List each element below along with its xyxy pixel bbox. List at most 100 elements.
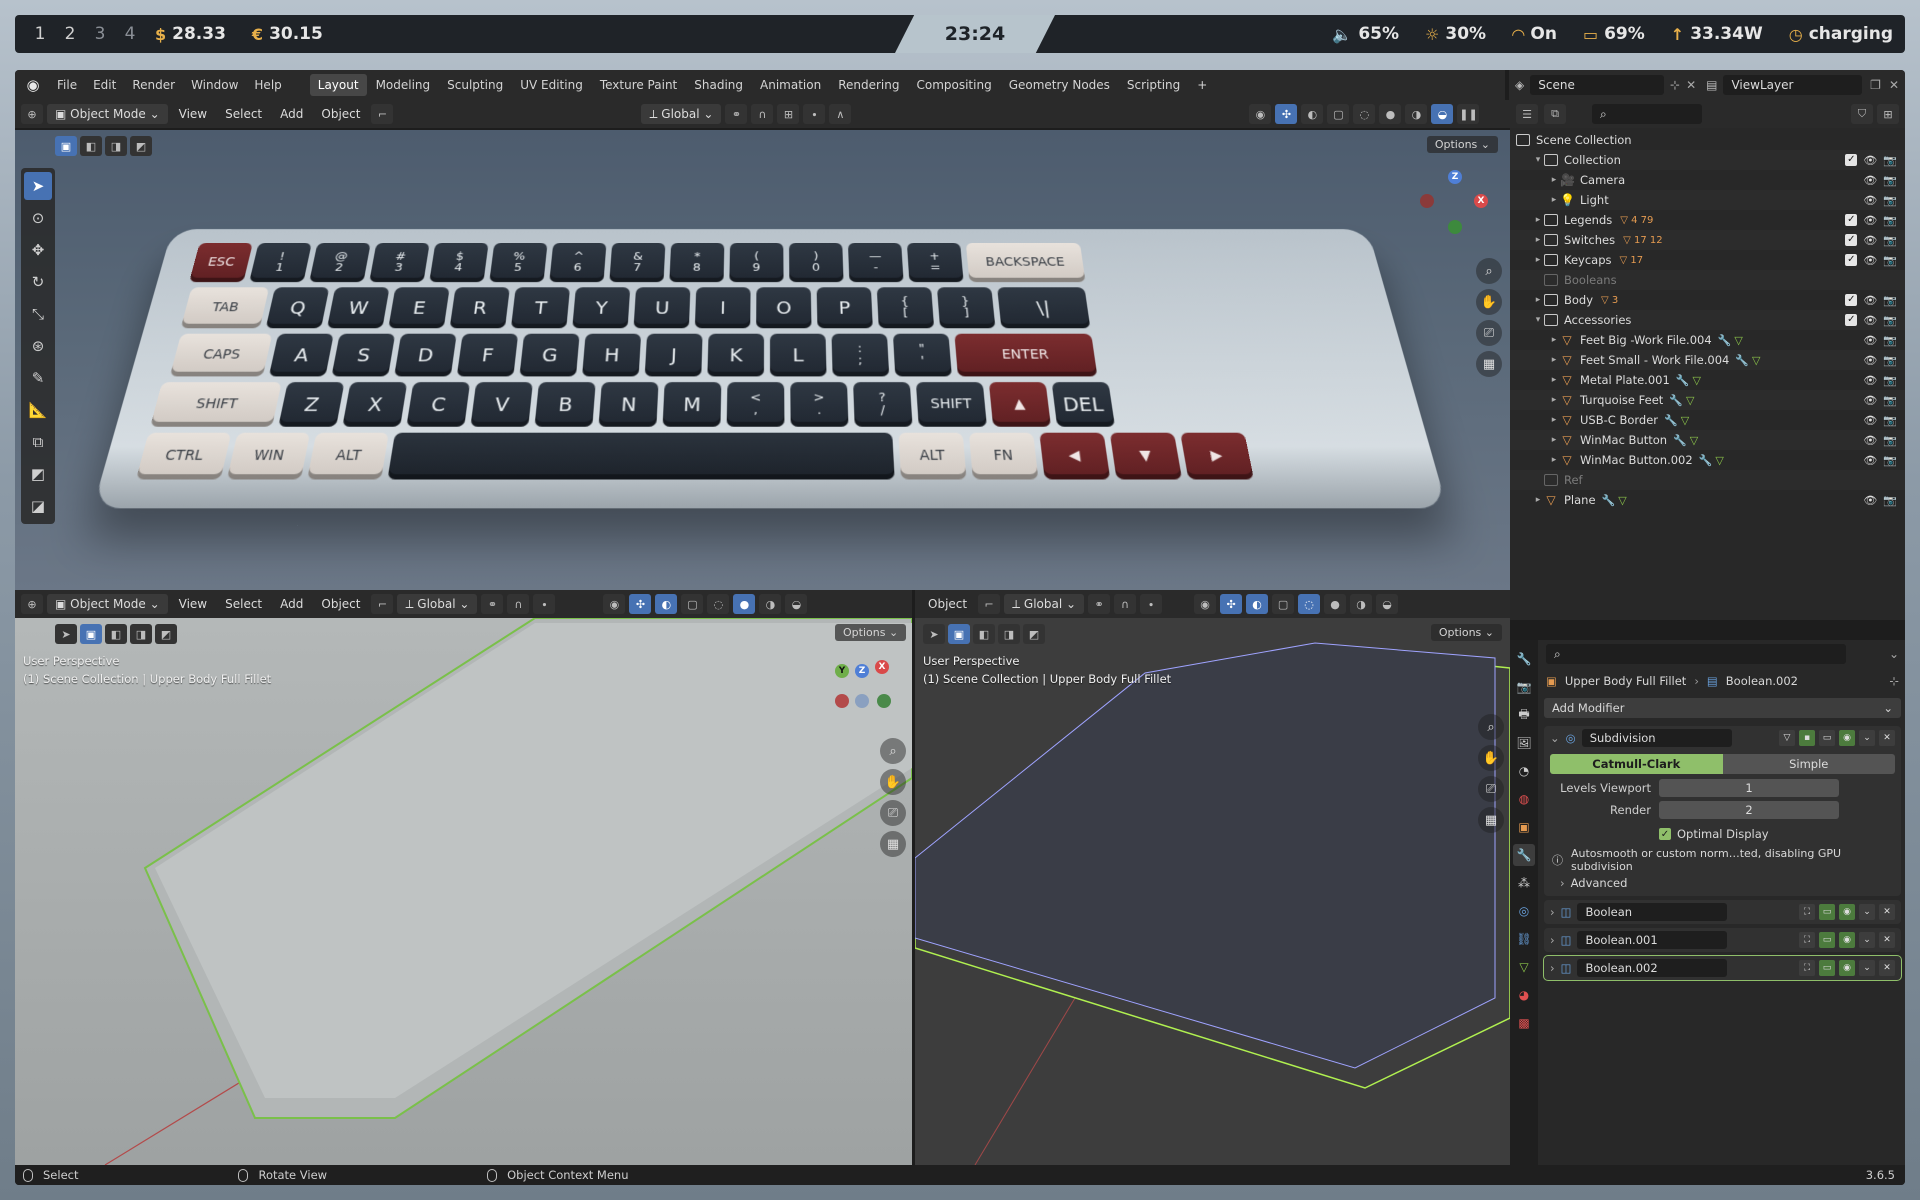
pan-hand-icon[interactable]: ✋ xyxy=(880,769,906,795)
scene-tab-icon[interactable]: ◔ xyxy=(1513,760,1535,782)
outliner-item[interactable]: ▸ ▽ WinMac Button 🔧 ▽ 👁 📷 xyxy=(1510,430,1905,450)
close-icon[interactable]: ✕ xyxy=(1889,78,1899,92)
select-extend-icon[interactable]: ◧ xyxy=(80,136,102,156)
tab-uv-editing[interactable]: UV Editing xyxy=(512,74,591,96)
snap-icon[interactable]: ∩ xyxy=(1114,594,1136,614)
neg-x-axis-icon[interactable] xyxy=(835,694,849,708)
z-axis-icon[interactable]: Z xyxy=(855,664,869,678)
outliner-item[interactable]: ▸ ▽ Feet Big -Work File.004 🔧 ▽ 👁 📷 xyxy=(1510,330,1905,350)
snap-icon[interactable]: ∩ xyxy=(751,104,773,124)
expand-arrow-icon[interactable]: ▸ xyxy=(1532,255,1544,265)
eye-icon[interactable]: 👁 xyxy=(1863,294,1877,307)
cursor-tool-icon[interactable]: ⊙ xyxy=(24,204,52,232)
outliner-type-icon[interactable]: ☰ xyxy=(1516,104,1538,124)
move-tool-icon[interactable]: ✥ xyxy=(24,236,52,264)
select-subtract-icon[interactable]: ◨ xyxy=(998,624,1020,644)
view-layer-tab-icon[interactable]: 🖼 xyxy=(1513,732,1535,754)
gizmo-icon[interactable]: ✣ xyxy=(1275,104,1297,124)
brightness-indicator[interactable]: ☼ 30% xyxy=(1425,24,1486,44)
menu-window[interactable]: Window xyxy=(183,78,246,92)
workspace-4[interactable]: 4 xyxy=(115,24,145,44)
advanced-subpanel[interactable]: › Advanced xyxy=(1544,876,1901,896)
options-button-main[interactable]: Options ⌄ xyxy=(1427,136,1498,153)
render-camera-icon[interactable]: 📷 xyxy=(1883,394,1897,407)
modifier-name-field[interactable]: Boolean.001 xyxy=(1577,931,1727,949)
editmode-icon[interactable]: ⛶ xyxy=(1799,932,1815,948)
neg-y-axis-icon[interactable] xyxy=(877,694,891,708)
filter-icon[interactable]: ⛉ xyxy=(1851,104,1873,124)
snap-icon[interactable]: ∩ xyxy=(507,594,529,614)
grid-icon[interactable]: ▦ xyxy=(880,831,906,857)
editmode-icon[interactable]: ⛶ xyxy=(1799,904,1815,920)
xray-icon[interactable]: ▢ xyxy=(1327,104,1349,124)
render-camera-icon[interactable]: 📷 xyxy=(1883,494,1897,507)
expand-arrow-icon[interactable]: ▸ xyxy=(1548,195,1560,205)
extra-tool-icon[interactable]: ◩ xyxy=(24,460,52,488)
outliner-item[interactable]: ▸ 💡 Light 👁 📷 xyxy=(1510,190,1905,210)
render-camera-icon[interactable]: 📷 xyxy=(1883,434,1897,447)
workspace-3[interactable]: 3 xyxy=(85,24,115,44)
left-viewport[interactable]: User Perspective (1) Scene Collection | … xyxy=(15,618,912,1165)
scale-tool-icon[interactable]: ⤡ xyxy=(24,300,52,328)
wireframe-shading-icon[interactable]: ◌ xyxy=(1353,104,1375,124)
visibility-icon[interactable]: ◉ xyxy=(1249,104,1271,124)
select-extend-icon[interactable]: ◧ xyxy=(105,624,127,644)
chevron-down-icon[interactable]: ⌄ xyxy=(1889,647,1899,661)
render-levels-field[interactable]: 2 xyxy=(1659,801,1839,819)
object-mode-dropdown[interactable]: ▣ Object Mode ⌄ xyxy=(47,594,168,614)
select-invert-icon[interactable]: ◩ xyxy=(1023,624,1045,644)
menu-render[interactable]: Render xyxy=(124,78,183,92)
solid-shading-icon[interactable]: ● xyxy=(1379,104,1401,124)
new-collection-icon[interactable]: ⊞ xyxy=(1877,104,1899,124)
eye-icon[interactable]: 👁 xyxy=(1863,494,1877,507)
options-button-right[interactable]: Options ⌄ xyxy=(1431,624,1502,641)
expand-arrow-icon[interactable]: ▸ xyxy=(1548,335,1560,345)
tab-layout[interactable]: Layout xyxy=(310,74,367,96)
physics-tab-icon[interactable]: ◎ xyxy=(1513,900,1535,922)
overlay-icon[interactable]: ◐ xyxy=(1301,104,1323,124)
select-new-icon[interactable]: ▣ xyxy=(80,624,102,644)
orientation-dropdown[interactable]: ⟂ Global ⌄ xyxy=(1004,594,1084,614)
outliner-item[interactable]: ▸ ▽ WinMac Button.002 🔧 ▽ 👁 📷 xyxy=(1510,450,1905,470)
particles-tab-icon[interactable]: ⁂ xyxy=(1513,872,1535,894)
eye-icon[interactable]: 👁 xyxy=(1863,214,1877,227)
outliner-item[interactable]: ▸ Body ▽ 3 ✓ 👁 📷 xyxy=(1510,290,1905,310)
viewport-display-icon[interactable]: ▭ xyxy=(1819,960,1835,976)
outliner-search[interactable]: ⌕ xyxy=(1592,104,1702,124)
expand-arrow-icon[interactable]: ▸ xyxy=(1548,435,1560,445)
eye-icon[interactable]: 👁 xyxy=(1863,154,1877,167)
grid-icon[interactable]: ▦ xyxy=(1476,351,1502,377)
eye-icon[interactable]: 👁 xyxy=(1863,434,1877,447)
display-mode-icon[interactable]: ⧉ xyxy=(1544,104,1566,124)
y-axis-icon[interactable]: Y xyxy=(835,664,849,678)
view-menu[interactable]: View xyxy=(172,107,214,121)
vertex-icon[interactable]: ⌐ xyxy=(371,594,393,614)
xray-icon[interactable]: ▢ xyxy=(681,594,703,614)
render-display-icon[interactable]: ◉ xyxy=(1839,960,1855,976)
select-new-icon[interactable]: ▣ xyxy=(948,624,970,644)
outliner-item[interactable]: ▸ ▽ Turquoise Feet 🔧 ▽ 👁 📷 xyxy=(1510,390,1905,410)
render-camera-icon[interactable]: 📷 xyxy=(1883,414,1897,427)
close-icon[interactable]: ✕ xyxy=(1879,730,1895,746)
select-tool-icon[interactable]: ➤ xyxy=(923,624,945,644)
right-viewport[interactable]: User Perspective (1) Scene Collection | … xyxy=(915,618,1510,1165)
expand-arrow-icon[interactable]: ▸ xyxy=(1548,355,1560,365)
options-button-left[interactable]: Options ⌄ xyxy=(835,624,906,641)
eye-icon[interactable]: 👁 xyxy=(1863,254,1877,267)
outliner-item[interactable]: ▸ 🎥 Camera 👁 📷 xyxy=(1510,170,1905,190)
xray-icon[interactable]: ▢ xyxy=(1272,594,1294,614)
render-display-icon[interactable]: ◉ xyxy=(1839,730,1855,746)
eye-icon[interactable]: 👁 xyxy=(1863,334,1877,347)
tab-modeling[interactable]: Modeling xyxy=(368,74,439,96)
outliner-item[interactable]: ▸ ▽ USB-C Border 🔧 ▽ 👁 📷 xyxy=(1510,410,1905,430)
pivot-icon[interactable]: ⚭ xyxy=(725,104,747,124)
expand-arrow-icon[interactable]: ▸ xyxy=(1548,175,1560,185)
pin-icon[interactable]: ⊹ xyxy=(1670,78,1680,92)
outliner-item[interactable]: ▸ Switches ▽ 17 12 ✓ 👁 📷 xyxy=(1510,230,1905,250)
select-subtract-icon[interactable]: ◨ xyxy=(130,624,152,644)
copy-icon[interactable]: ❐ xyxy=(1870,78,1881,92)
scene-selector[interactable]: Scene xyxy=(1530,75,1664,95)
view-layer-selector[interactable]: ViewLayer xyxy=(1723,75,1862,95)
eye-icon[interactable]: 👁 xyxy=(1863,174,1877,187)
expand-arrow-icon[interactable]: ▸ xyxy=(1532,235,1544,245)
